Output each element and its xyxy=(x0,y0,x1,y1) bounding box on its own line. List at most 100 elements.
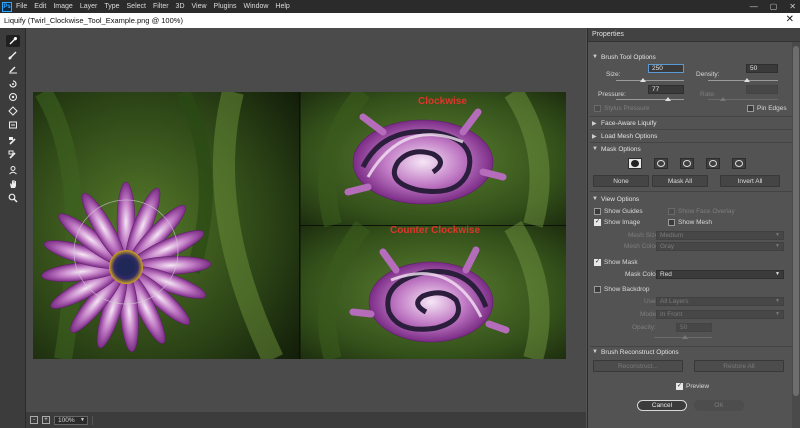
density-slider-track[interactable] xyxy=(708,80,778,81)
rate-slider-track[interactable] xyxy=(708,99,778,100)
zoom-in-button[interactable]: + xyxy=(42,416,50,424)
size-slider-track[interactable] xyxy=(616,80,684,81)
section-brush-tool-options[interactable]: ▼ Brush Tool Options xyxy=(592,52,792,62)
menu-view[interactable]: View xyxy=(192,3,207,10)
status-divider xyxy=(92,415,152,425)
mesh-color-select[interactable]: Gray ▼ xyxy=(656,242,784,251)
menu-edit[interactable]: Edit xyxy=(34,3,46,10)
show-mask-checkbox[interactable]: ✓ xyxy=(594,259,601,266)
restore-all-button[interactable]: Restore All xyxy=(694,360,784,372)
liquify-toolbar xyxy=(0,28,26,428)
zoom-level-select[interactable]: 100% ▼ xyxy=(54,415,88,425)
backdrop-use-select[interactable]: All Layers ▼ xyxy=(656,297,784,306)
mask-intersect-icon[interactable] xyxy=(706,158,720,169)
zoom-tool-icon[interactable] xyxy=(6,192,20,204)
menu-filter[interactable]: Filter xyxy=(153,3,169,10)
section-load-mesh-options[interactable]: ▶ Load Mesh Options xyxy=(592,131,792,141)
section-mask-options[interactable]: ▼ Mask Options xyxy=(592,144,792,154)
twirl-clockwise-tool-icon[interactable] xyxy=(6,78,20,90)
mask-all-button[interactable]: Mask All xyxy=(652,175,708,187)
menu-3d[interactable]: 3D xyxy=(176,3,185,10)
zoom-level-value: 100% xyxy=(58,416,75,424)
opacity-slider-handle[interactable] xyxy=(682,335,688,339)
mesh-size-select[interactable]: Medium ▼ xyxy=(656,231,784,240)
mask-subtract-icon[interactable] xyxy=(680,158,694,169)
size-slider-handle[interactable] xyxy=(640,78,646,82)
opacity-field[interactable]: 50 xyxy=(676,323,712,332)
section-view-options[interactable]: ▼ View Options xyxy=(592,194,792,204)
size-field[interactable]: 250 xyxy=(648,64,684,73)
backdrop-mode-select[interactable]: In Front ▼ xyxy=(656,310,784,319)
mask-none-button[interactable]: None xyxy=(593,175,649,187)
reconstruct-tool-icon[interactable] xyxy=(6,49,20,61)
cancel-button[interactable]: Cancel xyxy=(637,400,687,411)
smooth-tool-icon[interactable] xyxy=(6,63,20,75)
freeze-mask-tool-icon[interactable] xyxy=(6,135,20,147)
rate-slider-handle[interactable] xyxy=(720,97,726,101)
chevron-down-icon: ▼ xyxy=(775,298,780,304)
mask-invert-icon[interactable] xyxy=(732,158,746,169)
zoom-out-button[interactable]: - xyxy=(30,416,38,424)
mask-replace-icon[interactable] xyxy=(628,158,642,169)
show-face-overlay-checkbox[interactable] xyxy=(668,208,675,215)
invert-all-button[interactable]: Invert All xyxy=(720,175,780,187)
density-slider-handle[interactable] xyxy=(744,78,750,82)
close-window-icon[interactable]: ✕ xyxy=(789,2,796,11)
forward-warp-tool-icon[interactable] xyxy=(6,35,20,47)
chevron-down-icon: ▼ xyxy=(775,271,780,277)
menu-select[interactable]: Select xyxy=(127,3,146,10)
menu-plugins[interactable]: Plugins xyxy=(214,3,237,10)
pressure-slider-track[interactable] xyxy=(616,99,684,100)
chevron-down-icon: ▼ xyxy=(775,311,780,317)
flower-photo: Clockwise Counter Clockwise xyxy=(33,92,566,359)
minimize-icon[interactable]: — xyxy=(750,2,758,11)
stylus-pressure-checkbox[interactable] xyxy=(594,105,601,112)
menu-file[interactable]: File xyxy=(16,3,27,10)
face-tool-icon[interactable] xyxy=(6,164,20,176)
show-guides-checkbox[interactable] xyxy=(594,208,601,215)
preview-checkbox[interactable]: ✓ xyxy=(676,383,683,390)
liquify-image[interactable]: Clockwise Counter Clockwise xyxy=(33,92,566,359)
section-face-aware-liquify[interactable]: ▶ Face-Aware Liquify xyxy=(592,118,792,128)
dialog-close-icon[interactable]: ✕ xyxy=(786,14,794,25)
pucker-tool-icon[interactable] xyxy=(6,91,20,103)
density-field[interactable]: 50 xyxy=(746,64,778,73)
push-left-tool-icon[interactable] xyxy=(6,119,20,131)
mask-add-icon[interactable] xyxy=(654,158,668,169)
rate-field[interactable] xyxy=(746,85,778,94)
backdrop-mode-value: In Front xyxy=(660,311,683,318)
reconstruct-button[interactable]: Reconstruct... xyxy=(593,360,683,372)
overlay-text-counter-clockwise: Counter Clockwise xyxy=(390,225,480,236)
properties-scrollbar[interactable] xyxy=(792,42,800,428)
pin-edges-checkbox[interactable] xyxy=(747,105,754,112)
menu-type[interactable]: Type xyxy=(104,3,119,10)
pressure-slider-handle[interactable] xyxy=(665,97,671,101)
properties-title: Properties xyxy=(588,28,800,42)
mesh-color-value: Gray xyxy=(660,243,675,250)
mask-color-select[interactable]: Red ▼ xyxy=(656,270,784,279)
canvas-area[interactable]: Clockwise Counter Clockwise xyxy=(26,28,586,412)
maximize-icon[interactable]: ▢ xyxy=(770,2,778,11)
show-image-checkbox[interactable]: ✓ xyxy=(594,219,601,226)
hand-tool-icon[interactable] xyxy=(6,178,20,190)
mesh-size-value: Medium xyxy=(660,232,684,239)
thaw-mask-tool-icon[interactable] xyxy=(6,149,20,161)
opacity-label: Opacity: xyxy=(632,324,656,331)
scrollbar-thumb[interactable] xyxy=(793,46,799,396)
menu-layer[interactable]: Layer xyxy=(80,3,98,10)
bloat-tool-icon[interactable] xyxy=(6,105,20,117)
show-mesh-checkbox[interactable] xyxy=(668,219,675,226)
density-label: Density: xyxy=(696,71,720,78)
section-header-label: Mask Options xyxy=(601,145,641,153)
show-guides-label: Show Guides xyxy=(604,208,643,215)
section-brush-reconstruct-options[interactable]: ▼ Brush Reconstruct Options xyxy=(592,347,792,357)
menu-bar: Ps File Edit Image Layer Type Select Fil… xyxy=(0,0,800,13)
menu-image[interactable]: Image xyxy=(53,3,72,10)
pressure-field[interactable]: 77 xyxy=(648,85,684,94)
menu-help[interactable]: Help xyxy=(275,3,289,10)
divider xyxy=(590,116,792,117)
menu-window[interactable]: Window xyxy=(244,3,269,10)
ok-button[interactable]: OK xyxy=(694,400,744,411)
show-backdrop-checkbox[interactable] xyxy=(594,286,601,293)
show-mesh-label: Show Mesh xyxy=(678,219,712,226)
